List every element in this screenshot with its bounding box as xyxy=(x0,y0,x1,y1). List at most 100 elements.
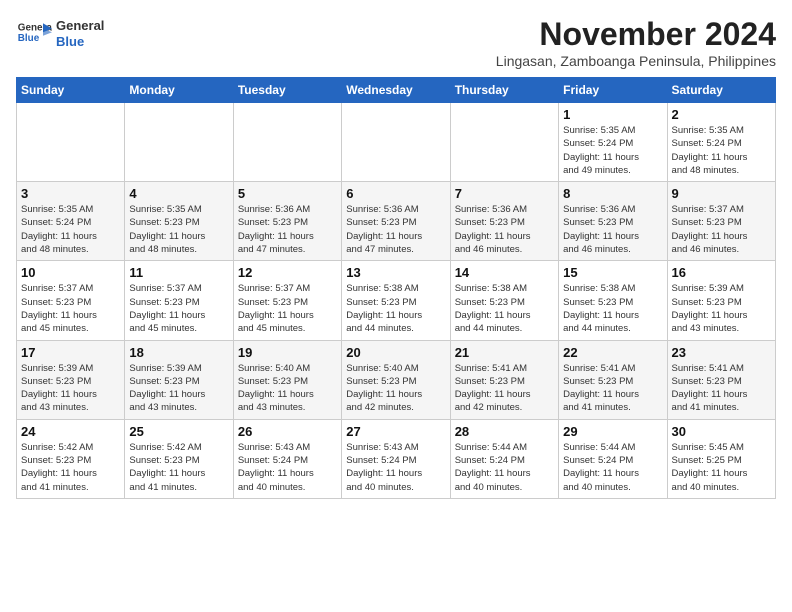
day-info: Sunrise: 5:43 AMSunset: 5:24 PMDaylight:… xyxy=(238,441,337,494)
calendar-cell: 23Sunrise: 5:41 AMSunset: 5:23 PMDayligh… xyxy=(667,340,775,419)
day-info: Sunrise: 5:40 AMSunset: 5:23 PMDaylight:… xyxy=(238,362,337,415)
calendar-week-5: 24 Sunrise: 5:42 AMSunset: 5:23 PMDayligh… xyxy=(17,419,776,498)
day-info: Sunrise: 5:39 AMSunset: 5:23 PMDaylight:… xyxy=(129,362,228,415)
calendar-cell: 21 Sunrise: 5:41 AMSunset: 5:23 PMDayligh… xyxy=(450,340,558,419)
calendar-cell: 20 Sunrise: 5:40 AMSunset: 5:23 PMDayligh… xyxy=(342,340,450,419)
day-info: Sunrise: 5:38 AMSunset: 5:23 PMDaylight:… xyxy=(563,282,662,335)
day-number: 1 xyxy=(563,107,662,122)
day-number: 25 xyxy=(129,424,228,439)
day-number: 30 xyxy=(672,424,771,439)
title-area: November 2024 Lingasan, Zamboanga Penins… xyxy=(496,16,776,69)
calendar-cell: 18 Sunrise: 5:39 AMSunset: 5:23 PMDayligh… xyxy=(125,340,233,419)
day-header-thursday: Thursday xyxy=(450,78,558,103)
day-number: 12 xyxy=(238,265,337,280)
day-header-saturday: Saturday xyxy=(667,78,775,103)
day-number: 3 xyxy=(21,186,120,201)
day-info: Sunrise: 5:42 AMSunset: 5:23 PMDaylight:… xyxy=(21,441,120,494)
calendar-cell: 26 Sunrise: 5:43 AMSunset: 5:24 PMDayligh… xyxy=(233,419,341,498)
day-number: 21 xyxy=(455,345,554,360)
day-info: Sunrise: 5:38 AMSunset: 5:23 PMDaylight:… xyxy=(346,282,445,335)
day-number: 2 xyxy=(672,107,771,122)
calendar-cell: 13 Sunrise: 5:38 AMSunset: 5:23 PMDayligh… xyxy=(342,261,450,340)
calendar-week-3: 10 Sunrise: 5:37 AMSunset: 5:23 PMDayligh… xyxy=(17,261,776,340)
calendar-cell: 30 Sunrise: 5:45 AMSunset: 5:25 PMDayligh… xyxy=(667,419,775,498)
day-info: Sunrise: 5:45 AMSunset: 5:25 PMDaylight:… xyxy=(672,441,771,494)
logo-text-blue: Blue xyxy=(56,34,104,50)
calendar-cell: 16 Sunrise: 5:39 AMSunset: 5:23 PMDayligh… xyxy=(667,261,775,340)
day-number: 19 xyxy=(238,345,337,360)
calendar-week-4: 17 Sunrise: 5:39 AMSunset: 5:23 PMDayligh… xyxy=(17,340,776,419)
day-header-monday: Monday xyxy=(125,78,233,103)
calendar-cell: 12 Sunrise: 5:37 AMSunset: 5:23 PMDayligh… xyxy=(233,261,341,340)
day-info: Sunrise: 5:41 AMSunset: 5:23 PMDaylight:… xyxy=(563,362,662,415)
calendar-cell: 28 Sunrise: 5:44 AMSunset: 5:24 PMDayligh… xyxy=(450,419,558,498)
day-header-friday: Friday xyxy=(559,78,667,103)
calendar-cell: 27Sunrise: 5:43 AMSunset: 5:24 PMDayligh… xyxy=(342,419,450,498)
calendar-cell xyxy=(17,103,125,182)
calendar-header-row: SundayMondayTuesdayWednesdayThursdayFrid… xyxy=(17,78,776,103)
calendar-week-2: 3 Sunrise: 5:35 AMSunset: 5:24 PMDaylight… xyxy=(17,182,776,261)
day-info: Sunrise: 5:36 AMSunset: 5:23 PMDaylight:… xyxy=(238,203,337,256)
day-info: Sunrise: 5:40 AMSunset: 5:23 PMDaylight:… xyxy=(346,362,445,415)
day-number: 22 xyxy=(563,345,662,360)
day-info: Sunrise: 5:39 AMSunset: 5:23 PMDaylight:… xyxy=(672,282,771,335)
calendar-cell: 11Sunrise: 5:37 AMSunset: 5:23 PMDayligh… xyxy=(125,261,233,340)
day-info: Sunrise: 5:35 AMSunset: 5:24 PMDaylight:… xyxy=(563,124,662,177)
day-number: 28 xyxy=(455,424,554,439)
calendar-cell: 2 Sunrise: 5:35 AMSunset: 5:24 PMDaylight… xyxy=(667,103,775,182)
calendar-cell: 22 Sunrise: 5:41 AMSunset: 5:23 PMDayligh… xyxy=(559,340,667,419)
calendar-cell: 24 Sunrise: 5:42 AMSunset: 5:23 PMDayligh… xyxy=(17,419,125,498)
day-header-tuesday: Tuesday xyxy=(233,78,341,103)
calendar-cell: 19 Sunrise: 5:40 AMSunset: 5:23 PMDayligh… xyxy=(233,340,341,419)
calendar-cell: 10 Sunrise: 5:37 AMSunset: 5:23 PMDayligh… xyxy=(17,261,125,340)
day-number: 14 xyxy=(455,265,554,280)
calendar-cell: 7Sunrise: 5:36 AMSunset: 5:23 PMDaylight… xyxy=(450,182,558,261)
day-number: 5 xyxy=(238,186,337,201)
calendar-cell xyxy=(125,103,233,182)
day-info: Sunrise: 5:37 AMSunset: 5:23 PMDaylight:… xyxy=(238,282,337,335)
calendar-cell: 4Sunrise: 5:35 AMSunset: 5:23 PMDaylight… xyxy=(125,182,233,261)
day-info: Sunrise: 5:44 AMSunset: 5:24 PMDaylight:… xyxy=(455,441,554,494)
day-info: Sunrise: 5:41 AMSunset: 5:23 PMDaylight:… xyxy=(455,362,554,415)
calendar-cell xyxy=(233,103,341,182)
calendar-table: SundayMondayTuesdayWednesdayThursdayFrid… xyxy=(16,77,776,499)
day-info: Sunrise: 5:37 AMSunset: 5:23 PMDaylight:… xyxy=(672,203,771,256)
month-title: November 2024 xyxy=(496,16,776,53)
svg-text:Blue: Blue xyxy=(18,33,40,44)
day-header-sunday: Sunday xyxy=(17,78,125,103)
day-number: 13 xyxy=(346,265,445,280)
day-number: 16 xyxy=(672,265,771,280)
calendar-cell xyxy=(450,103,558,182)
day-info: Sunrise: 5:38 AMSunset: 5:23 PMDaylight:… xyxy=(455,282,554,335)
day-info: Sunrise: 5:37 AMSunset: 5:23 PMDaylight:… xyxy=(21,282,120,335)
day-info: Sunrise: 5:35 AMSunset: 5:24 PMDaylight:… xyxy=(21,203,120,256)
calendar-week-1: 1 Sunrise: 5:35 AMSunset: 5:24 PMDaylight… xyxy=(17,103,776,182)
day-number: 8 xyxy=(563,186,662,201)
day-info: Sunrise: 5:44 AMSunset: 5:24 PMDaylight:… xyxy=(563,441,662,494)
day-number: 27 xyxy=(346,424,445,439)
day-number: 17 xyxy=(21,345,120,360)
day-number: 18 xyxy=(129,345,228,360)
calendar-cell: 29Sunrise: 5:44 AMSunset: 5:24 PMDayligh… xyxy=(559,419,667,498)
calendar-cell: 25Sunrise: 5:42 AMSunset: 5:23 PMDayligh… xyxy=(125,419,233,498)
day-info: Sunrise: 5:35 AMSunset: 5:24 PMDaylight:… xyxy=(672,124,771,177)
day-number: 10 xyxy=(21,265,120,280)
day-number: 20 xyxy=(346,345,445,360)
day-number: 26 xyxy=(238,424,337,439)
day-info: Sunrise: 5:35 AMSunset: 5:23 PMDaylight:… xyxy=(129,203,228,256)
calendar-cell: 3 Sunrise: 5:35 AMSunset: 5:24 PMDaylight… xyxy=(17,182,125,261)
calendar-cell: 9Sunrise: 5:37 AMSunset: 5:23 PMDaylight… xyxy=(667,182,775,261)
calendar-cell: 1 Sunrise: 5:35 AMSunset: 5:24 PMDaylight… xyxy=(559,103,667,182)
logo-text-general: General xyxy=(56,18,104,34)
day-info: Sunrise: 5:41 AMSunset: 5:23 PMDaylight:… xyxy=(672,362,771,415)
day-number: 15 xyxy=(563,265,662,280)
day-number: 24 xyxy=(21,424,120,439)
day-info: Sunrise: 5:36 AMSunset: 5:23 PMDaylight:… xyxy=(455,203,554,256)
day-info: Sunrise: 5:36 AMSunset: 5:23 PMDaylight:… xyxy=(563,203,662,256)
day-info: Sunrise: 5:37 AMSunset: 5:23 PMDaylight:… xyxy=(129,282,228,335)
calendar-cell: 15 Sunrise: 5:38 AMSunset: 5:23 PMDayligh… xyxy=(559,261,667,340)
location-subtitle: Lingasan, Zamboanga Peninsula, Philippin… xyxy=(496,53,776,69)
day-info: Sunrise: 5:36 AMSunset: 5:23 PMDaylight:… xyxy=(346,203,445,256)
logo: General Blue General Blue xyxy=(16,16,104,52)
calendar-cell: 8 Sunrise: 5:36 AMSunset: 5:23 PMDaylight… xyxy=(559,182,667,261)
